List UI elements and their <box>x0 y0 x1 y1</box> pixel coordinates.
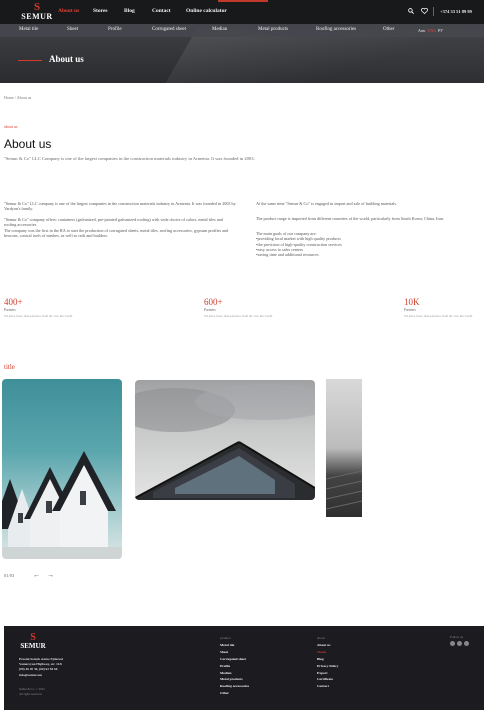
breadcrumb: Home / About us <box>4 95 31 100</box>
footer-link[interactable]: About us <box>317 642 338 649</box>
category-roofing-accessories[interactable]: Roofing accessories <box>316 27 356 32</box>
footer-products-heading: product <box>220 636 231 640</box>
breadcrumb-home[interactable]: Home <box>4 95 14 100</box>
footer-email[interactable]: info@semur.am <box>19 673 63 678</box>
footer-logo-mark: S <box>30 632 36 643</box>
category-metal-products[interactable]: Metal products <box>258 27 288 32</box>
footer-link[interactable]: Certificate <box>317 676 338 683</box>
footer-link[interactable]: Metal products <box>220 676 249 683</box>
stat-label: Partners <box>204 308 216 312</box>
stat-block: 10K Partners We have more than partners … <box>404 297 484 318</box>
phone-number[interactable]: +374 33 51 89 99 <box>440 9 472 14</box>
footer-link[interactable]: Privacy Policy <box>317 663 338 670</box>
about-paragraph: The product range is imported from diffe… <box>256 216 444 222</box>
logo-wordmark: SEMUR <box>21 12 53 21</box>
copyright-line: All rights reserved. <box>19 691 43 696</box>
footer-link[interactable]: Export <box>317 670 338 677</box>
lang-arm[interactable]: Arm <box>418 28 425 33</box>
footer-link[interactable]: Stores <box>317 649 338 656</box>
lang-ru[interactable]: РУ <box>438 28 443 33</box>
footer-link[interactable]: Profile <box>220 663 249 670</box>
footer-link[interactable]: Other <box>220 690 249 697</box>
footer-link[interactable]: Roofing accessories <box>220 683 249 690</box>
footer-link[interactable]: Metal tile <box>220 642 249 649</box>
goal-item: •saving time and additional resources <box>256 252 319 258</box>
footer-about-column: about About us Stores Blog Privacy Polic… <box>317 635 338 690</box>
footer-logo-wordmark: SEMUR <box>20 642 46 650</box>
stat-description: We have more than partners from all over… <box>4 314 73 318</box>
category-bar: Metal tile Sheet Profile Corrugated shee… <box>0 24 484 37</box>
about-left-column: "Semur & Co" LLC company is one of the l… <box>4 201 236 243</box>
about-paragraph: "Semur & Co" LLC company is one of the l… <box>4 201 236 212</box>
breadcrumb-current: About us <box>16 95 32 100</box>
arrow-right-icon[interactable]: → <box>47 571 54 579</box>
copyright-line: Semur & Co, © 2022 <box>19 687 45 691</box>
nav-blog[interactable]: Blog <box>124 8 135 14</box>
category-other[interactable]: Other <box>383 27 394 32</box>
stat-label: Partners <box>404 308 416 312</box>
footer-link[interactable]: Blog <box>317 656 338 663</box>
stat-number: 10K <box>404 297 420 307</box>
stat-description: We have more than partners from all over… <box>404 314 473 318</box>
page-title: About us <box>4 137 52 151</box>
stat-number: 400+ <box>4 297 23 307</box>
logo[interactable]: S SEMUR <box>17 1 57 23</box>
facebook-icon[interactable] <box>450 641 455 646</box>
nav-stores[interactable]: Stores <box>93 8 108 14</box>
heart-icon[interactable] <box>421 8 428 16</box>
footer-link[interactable]: Contact <box>317 683 338 690</box>
nav-online-calculator[interactable]: Online calculator <box>186 8 227 14</box>
stat-block: 400+ Partners We have more than partners… <box>4 297 124 318</box>
arrow-left-icon[interactable]: ← <box>33 571 40 579</box>
category-metal-tile[interactable]: Metal tile <box>19 27 38 32</box>
footer-link[interactable]: Corrugated sheet <box>220 656 249 663</box>
instagram-icon[interactable] <box>457 641 462 646</box>
gallery-photo-roof[interactable] <box>135 380 315 500</box>
about-paragraph: "Semur & Co" company offers: containers … <box>4 216 223 228</box>
follow-us-label: Follow us <box>450 635 464 639</box>
category-median[interactable]: Median <box>212 27 227 32</box>
gallery-title: title <box>4 363 15 371</box>
footer-logo[interactable]: S SEMUR <box>18 632 48 651</box>
about-right-column: At the same time "Semur & Co" is engaged… <box>256 201 480 258</box>
nav-contact[interactable]: Contact <box>152 8 171 14</box>
footer-about-heading: about <box>317 636 325 640</box>
category-profile[interactable]: Profile <box>108 27 122 32</box>
stat-block: 600+ Partners We have more than partners… <box>204 297 324 318</box>
search-icon[interactable] <box>408 8 414 16</box>
gallery-photo-houses[interactable] <box>2 379 122 559</box>
footer-address: Proemi Semyk statue Ejdarosl Vamesvyan H… <box>19 657 63 678</box>
stat-number: 600+ <box>204 297 223 307</box>
footer: S SEMUR Proemi Semyk statue Ejdarosl Vam… <box>4 626 484 710</box>
top-navigation: S SEMUR About us Stores Blog Contact Onl… <box>0 0 484 24</box>
hero-title-line <box>18 60 42 61</box>
youtube-icon[interactable] <box>464 641 469 646</box>
lang-eng[interactable]: ENG <box>428 28 436 33</box>
stat-label: Partners <box>4 308 16 312</box>
category-sheet[interactable]: Sheet <box>67 27 78 32</box>
intro-text: "Semur & Co" LLC Company is one of the l… <box>4 156 255 161</box>
nav-about-us[interactable]: About us <box>58 8 79 14</box>
about-paragraph: The company was the first in the RA to s… <box>4 227 229 239</box>
about-paragraph: At the same time "Semur & Co" is engaged… <box>256 201 398 206</box>
hero-title: About us <box>49 54 84 64</box>
footer-products-column: product Metal tile Sheet Corrugated shee… <box>220 635 249 697</box>
footer-link[interactable]: Sheet <box>220 649 249 656</box>
category-corrugated-sheet[interactable]: Corrugated sheet <box>152 27 186 32</box>
section-eyebrow: about us <box>4 124 18 129</box>
gallery-photo-metal-sheet[interactable] <box>326 379 362 517</box>
footer-link[interactable]: Median <box>220 670 249 677</box>
footer-phone[interactable]: (00) 46 20 36, (60) 62 50 60 <box>19 667 63 672</box>
active-nav-indicator <box>218 0 268 2</box>
footer-copyright: Semur & Co, © 2022 All rights reserved. <box>19 687 45 696</box>
stat-description: We have more than partners from all over… <box>204 314 273 318</box>
logo-mark: S <box>33 1 41 13</box>
hero-banner: S SEMUR About us Stores Blog Contact Onl… <box>0 0 484 83</box>
slider-page-indicator: 01/03 <box>4 573 15 578</box>
nav-divider <box>433 7 434 16</box>
